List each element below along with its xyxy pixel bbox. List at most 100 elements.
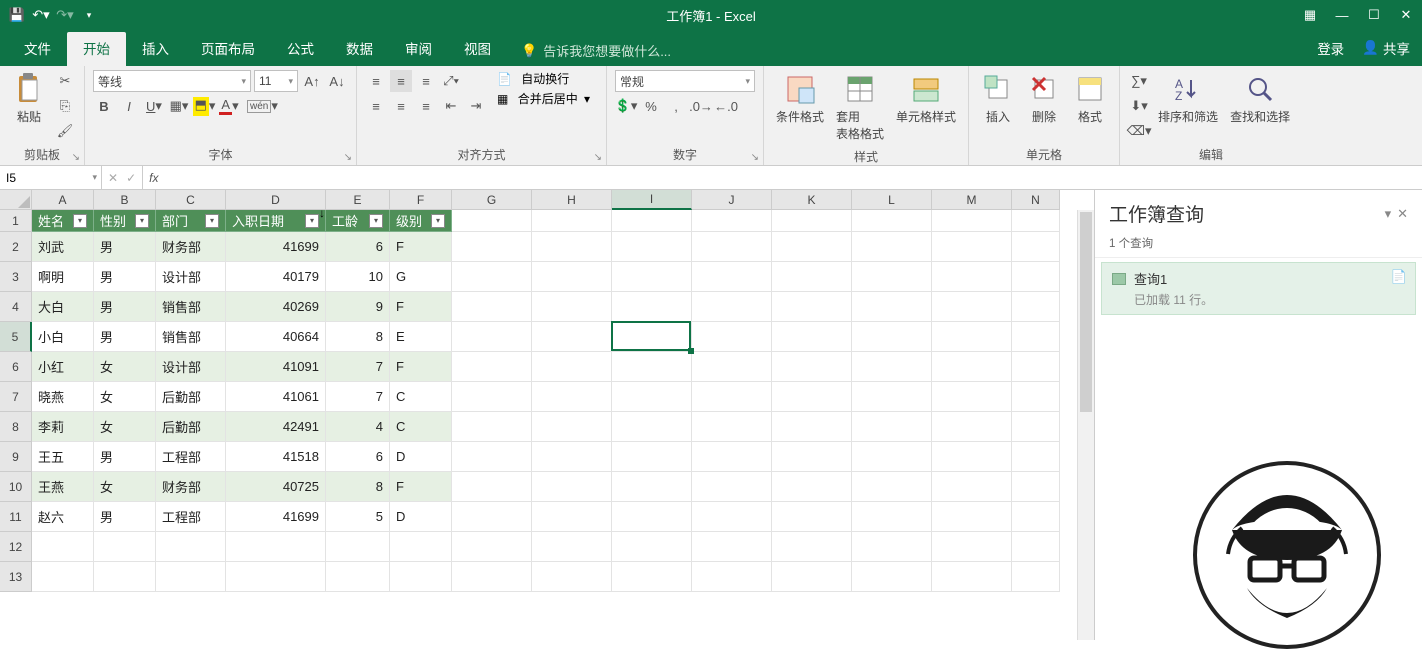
cell[interactable]: 工程部 (156, 442, 226, 472)
cell[interactable] (532, 472, 612, 502)
cell[interactable] (532, 502, 612, 532)
format-as-table-button[interactable]: 套用 表格格式 (832, 70, 888, 144)
cell[interactable] (852, 322, 932, 352)
cell[interactable]: F (390, 352, 452, 382)
align-middle-icon[interactable]: ≡ (390, 70, 412, 92)
row-header[interactable]: 3 (0, 262, 32, 292)
cell-grid[interactable]: 姓名▾性别▾部门▾入职日期▾工龄▾级别▾刘武男财务部416996F啊明男设计部4… (32, 210, 1060, 592)
cell[interactable] (612, 502, 692, 532)
row-header[interactable]: 9 (0, 442, 32, 472)
cell[interactable] (532, 442, 612, 472)
row-header[interactable]: 10 (0, 472, 32, 502)
cell[interactable]: 销售部 (156, 322, 226, 352)
cell[interactable]: 6 (326, 232, 390, 262)
cell[interactable]: 7 (326, 352, 390, 382)
row-header[interactable]: 6 (0, 352, 32, 382)
cell[interactable] (452, 442, 532, 472)
row-header[interactable]: 5 (0, 322, 32, 352)
cell[interactable] (1012, 442, 1060, 472)
col-header-C[interactable]: C (156, 190, 226, 210)
cell[interactable] (772, 412, 852, 442)
cell[interactable]: 41699 (226, 232, 326, 262)
cell[interactable]: 8 (326, 322, 390, 352)
cell[interactable]: C (390, 412, 452, 442)
cell[interactable] (692, 210, 772, 232)
cell[interactable]: 入职日期▾ (226, 210, 326, 232)
font-size-combo[interactable]: 11▾ (254, 70, 298, 92)
cell[interactable] (452, 352, 532, 382)
cell[interactable] (326, 532, 390, 562)
cell[interactable] (612, 352, 692, 382)
cell[interactable] (1012, 412, 1060, 442)
col-header-B[interactable]: B (94, 190, 156, 210)
merge-center-button[interactable]: ▦ 合并后居中 ▾ (497, 90, 590, 107)
cell[interactable] (932, 232, 1012, 262)
fx-icon[interactable]: fx (143, 166, 164, 189)
cell[interactable] (1012, 352, 1060, 382)
login-link[interactable]: 登录 (1317, 38, 1344, 58)
cell[interactable] (1012, 562, 1060, 592)
cell[interactable] (32, 532, 94, 562)
cell[interactable] (852, 352, 932, 382)
row-header[interactable]: 4 (0, 292, 32, 322)
cell[interactable] (532, 210, 612, 232)
cell[interactable]: 李莉 (32, 412, 94, 442)
tab-data[interactable]: 数据 (330, 32, 389, 66)
col-header-H[interactable]: H (532, 190, 612, 210)
comma-icon[interactable]: , (665, 95, 687, 117)
align-bottom-icon[interactable]: ≡ (415, 70, 437, 92)
redo-icon[interactable]: ↷▾ (54, 4, 76, 26)
cell[interactable]: 10 (326, 262, 390, 292)
border-button[interactable]: ▦▾ (168, 95, 190, 117)
cell[interactable]: 小红 (32, 352, 94, 382)
cell[interactable]: 性别▾ (94, 210, 156, 232)
cell[interactable] (452, 562, 532, 592)
row-header[interactable]: 11 (0, 502, 32, 532)
cell[interactable]: F (390, 292, 452, 322)
cell[interactable] (532, 382, 612, 412)
maximize-icon[interactable]: ☐ (1358, 0, 1390, 30)
scrollbar-thumb[interactable] (1080, 212, 1092, 412)
cell[interactable] (32, 562, 94, 592)
cell[interactable] (612, 382, 692, 412)
cell[interactable] (532, 532, 612, 562)
cell[interactable] (532, 232, 612, 262)
dialog-launcher-icon[interactable]: ↘ (594, 152, 602, 163)
increase-font-icon[interactable]: A↑ (301, 70, 323, 92)
increase-indent-icon[interactable]: ⇥ (465, 95, 487, 117)
cell[interactable] (932, 472, 1012, 502)
cell[interactable] (852, 210, 932, 232)
cell[interactable]: 大白 (32, 292, 94, 322)
cell[interactable]: 部门▾ (156, 210, 226, 232)
tab-view[interactable]: 视图 (448, 32, 507, 66)
tab-file[interactable]: 文件 (8, 32, 67, 66)
cell[interactable]: 40725 (226, 472, 326, 502)
underline-button[interactable]: U▾ (143, 95, 165, 117)
cell[interactable] (852, 292, 932, 322)
cell[interactable] (612, 412, 692, 442)
increase-decimal-icon[interactable]: .0→ (690, 95, 712, 117)
formula-input[interactable] (164, 166, 1422, 189)
tab-pagelayout[interactable]: 页面布局 (185, 32, 271, 66)
cell[interactable] (772, 442, 852, 472)
bold-button[interactable]: B (93, 95, 115, 117)
cell[interactable] (852, 532, 932, 562)
cell[interactable]: D (390, 442, 452, 472)
cell[interactable] (772, 382, 852, 412)
filter-icon[interactable]: ▾ (205, 214, 219, 228)
cell[interactable]: 40179 (226, 262, 326, 292)
cell[interactable] (932, 322, 1012, 352)
cell[interactable] (932, 292, 1012, 322)
fill-color-button[interactable]: ⬒▾ (193, 95, 215, 117)
cell[interactable] (612, 210, 692, 232)
conditional-formatting-button[interactable]: 条件格式 (772, 70, 828, 127)
col-header-E[interactable]: E (326, 190, 390, 210)
decrease-indent-icon[interactable]: ⇤ (440, 95, 462, 117)
cell[interactable] (692, 562, 772, 592)
cell[interactable]: 姓名▾ (32, 210, 94, 232)
cell[interactable]: 41061 (226, 382, 326, 412)
cell[interactable] (692, 322, 772, 352)
clear-icon[interactable]: ⌫▾ (1128, 120, 1150, 142)
cell[interactable]: 后勤部 (156, 412, 226, 442)
cell[interactable] (452, 382, 532, 412)
